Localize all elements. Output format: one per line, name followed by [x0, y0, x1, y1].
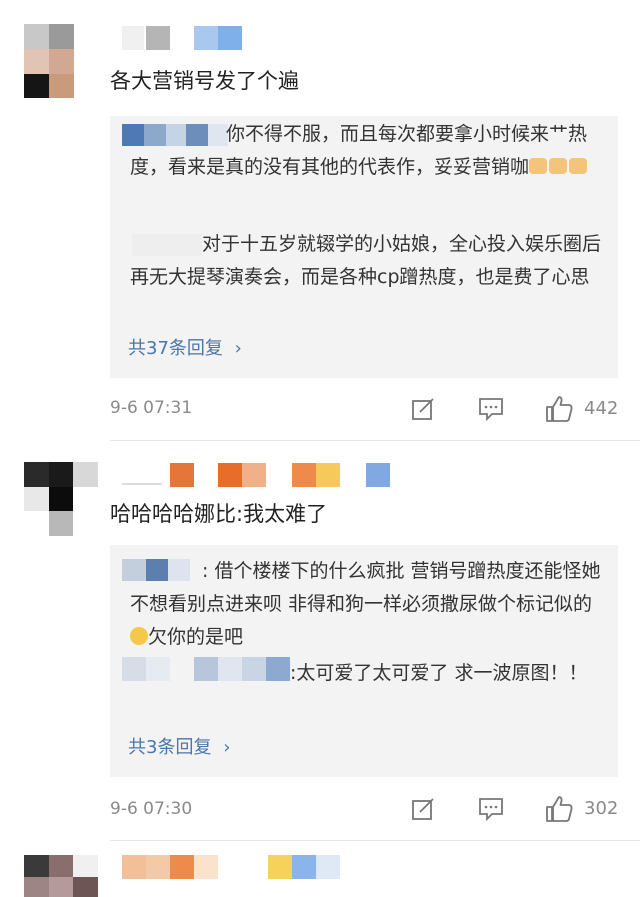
divider — [110, 840, 640, 841]
thinking-emoji-icon — [130, 627, 148, 645]
timestamp: 9-6 07:30 — [110, 799, 193, 819]
thumbs-emoji-icon — [549, 158, 568, 174]
username[interactable] — [122, 855, 342, 879]
reply-text: 对于十五岁就辍学的小姑娘，全心投入娱乐圈后再无大提琴演奏会，而是各种cp蹭热度，… — [130, 233, 602, 288]
chevron-right-icon: › — [223, 737, 231, 758]
like-button[interactable]: 442 — [544, 394, 624, 424]
avatar[interactable] — [24, 855, 98, 897]
like-count: 442 — [584, 398, 619, 419]
reply-item[interactable]: 你不得不服，而且每次都要拿小时候来艹热度，看来是真的没有其他的代表作，妥妥营销咖 — [130, 118, 606, 184]
reply-item[interactable]: : 借个楼楼下的什么疯批 营销号蹭热度还能怪她 不想看别点进来呗 非得和狗一样必… — [130, 555, 606, 654]
more-replies-label: 共3条回复 — [128, 737, 212, 758]
more-replies-label: 共37条回复 — [128, 338, 223, 359]
more-replies-link[interactable]: 共3条回复 › — [128, 733, 230, 759]
comment-text: 哈哈哈哈娜比:我太难了 — [110, 502, 328, 526]
username[interactable] — [122, 463, 392, 487]
comment-icon[interactable] — [477, 396, 505, 422]
avatar[interactable] — [24, 24, 74, 98]
more-replies-link[interactable]: 共37条回复 › — [128, 334, 242, 360]
reply-text-suffix: 欠你的是吧 — [148, 626, 244, 648]
thumbs-up-icon — [546, 396, 573, 422]
thumbs-emoji-icon — [529, 158, 548, 174]
avatar[interactable] — [24, 462, 98, 536]
thumbs-up-icon — [546, 796, 573, 822]
reply-text: 你不得不服，而且每次都要拿小时候来艹热度，看来是真的没有其他的代表作，妥妥营销咖 — [130, 123, 588, 178]
like-button[interactable]: 302 — [544, 794, 624, 824]
comment-icon[interactable] — [477, 796, 505, 822]
reply-text: :太可爱了太可爱了 求一波原图！！ — [290, 662, 588, 684]
timestamp: 9-6 07:31 — [110, 398, 193, 418]
reply-text: : 借个楼楼下的什么疯批 营销号蹭热度还能怪她 不想看别点进来呗 非得和狗一样必… — [130, 560, 601, 615]
thumbs-emoji-icon — [569, 158, 588, 174]
replies-box[interactable]: 你不得不服，而且每次都要拿小时候来艹热度，看来是真的没有其他的代表作，妥妥营销咖… — [110, 116, 618, 378]
edit-icon[interactable] — [410, 396, 436, 422]
comment-text: 各大营销号发了个遍 — [110, 69, 299, 93]
divider — [110, 440, 640, 441]
reply-item[interactable]: 对于十五岁就辍学的小姑娘，全心投入娱乐圈后再无大提琴演奏会，而是各种cp蹭热度，… — [130, 228, 606, 294]
like-count: 302 — [584, 798, 619, 819]
chevron-right-icon: › — [234, 338, 242, 359]
edit-icon[interactable] — [410, 796, 436, 822]
replies-box[interactable]: : 借个楼楼下的什么疯批 营销号蹭热度还能怪她 不想看别点进来呗 非得和狗一样必… — [110, 545, 618, 777]
username[interactable] — [122, 26, 247, 50]
reply-item[interactable]: :太可爱了太可爱了 求一波原图！！ — [130, 657, 606, 690]
